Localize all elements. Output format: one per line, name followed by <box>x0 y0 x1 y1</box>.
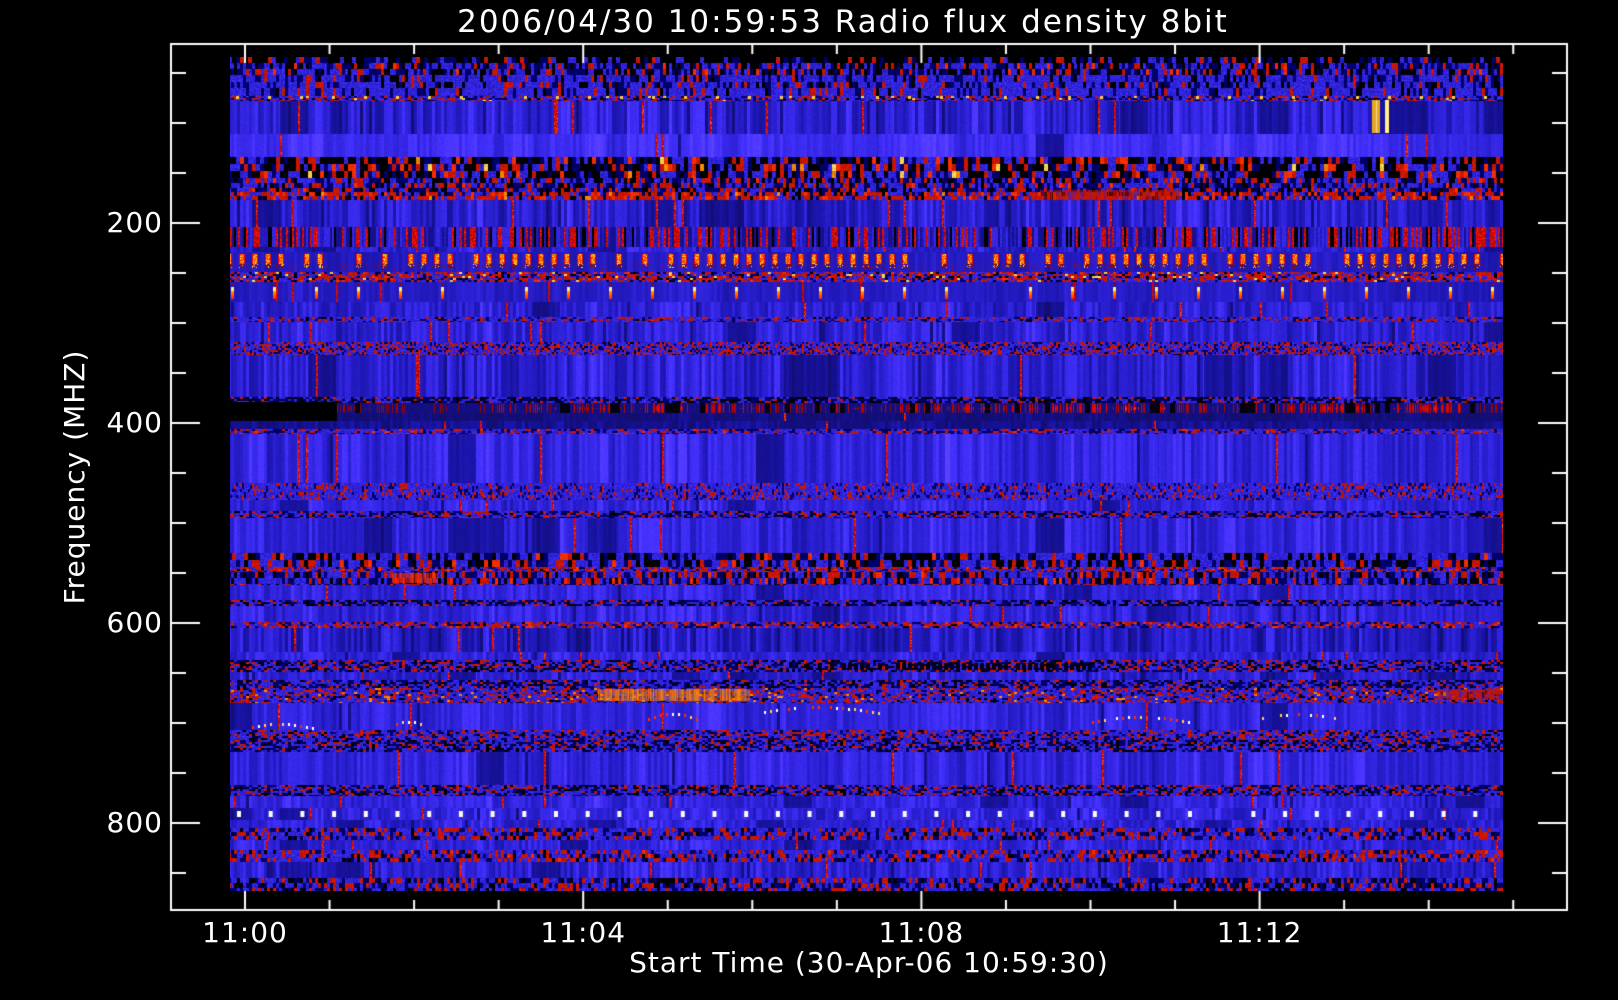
radio-spectrogram-window: 2006/04/30 10:59:53 Radio flux density 8… <box>0 0 1618 1000</box>
y-tick-label: 200 <box>106 206 163 239</box>
y-tick-label: 800 <box>106 806 163 839</box>
x-tick-label: 11:08 <box>878 916 965 949</box>
y-tick-label: 400 <box>106 406 163 439</box>
x-tick-label: 11:00 <box>202 916 288 949</box>
x-axis-label: Start Time (30-Apr-06 10:59:30) <box>629 946 1109 979</box>
x-tick-label: 11:12 <box>1216 916 1303 949</box>
x-tick-label: 11:04 <box>540 916 627 949</box>
y-tick-label: 600 <box>106 606 163 639</box>
axes-layer <box>0 0 1618 1000</box>
